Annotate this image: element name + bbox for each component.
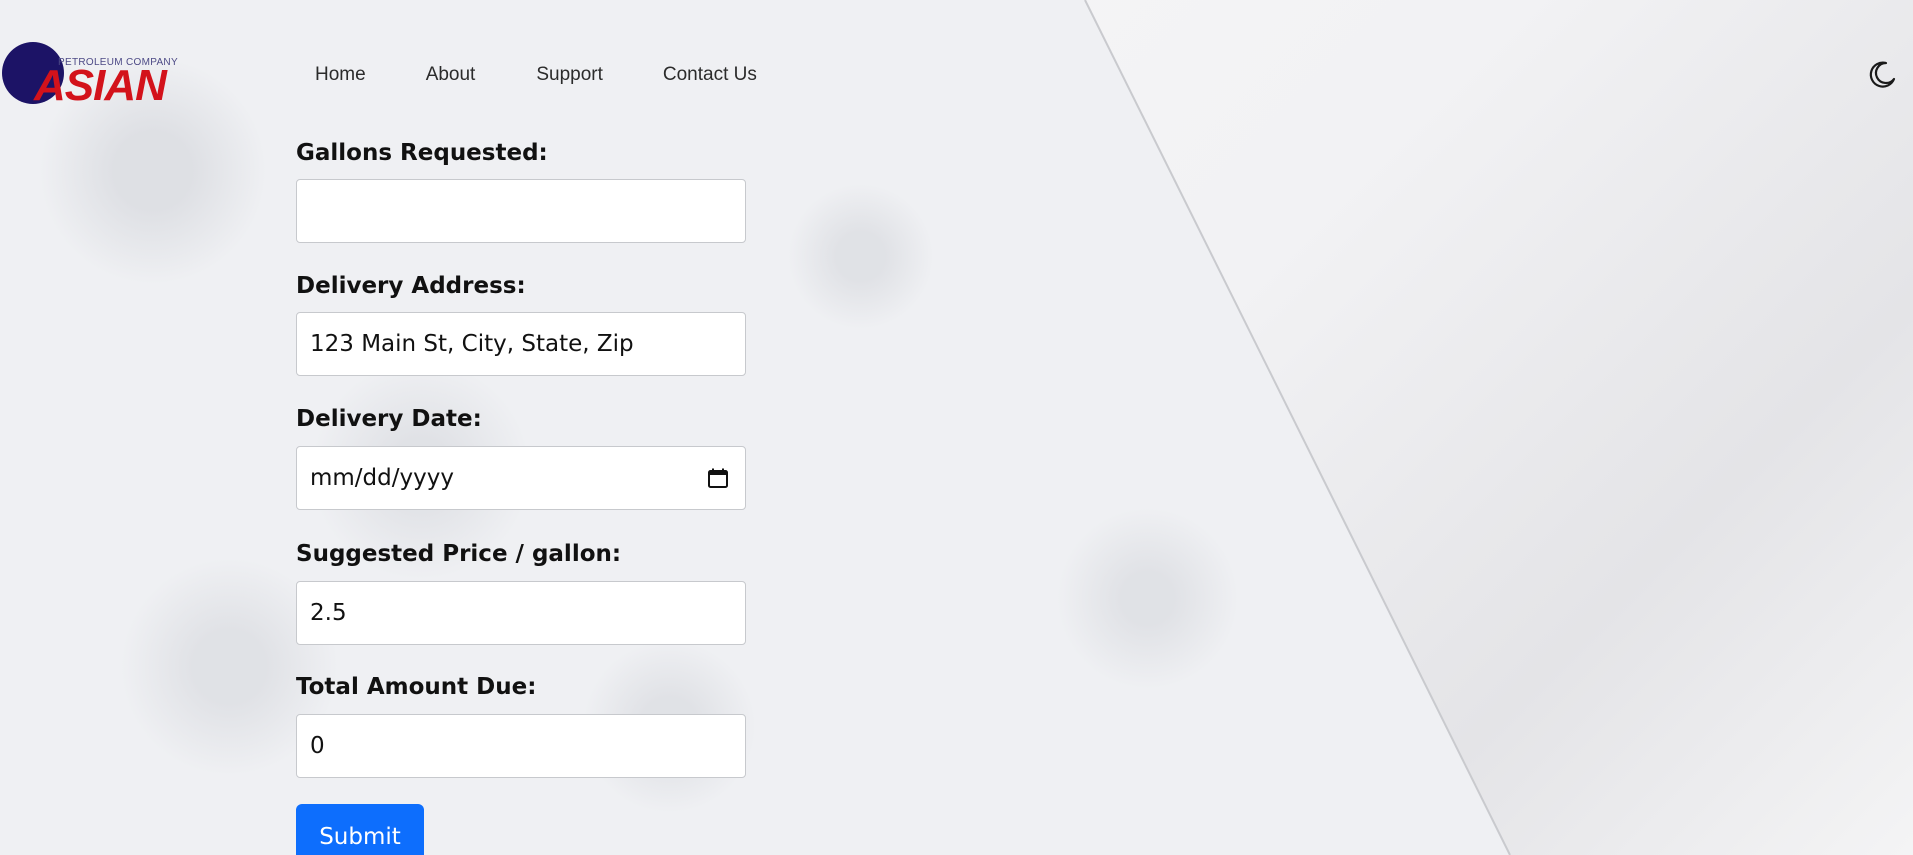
price-input[interactable]: 2.5 bbox=[296, 581, 746, 645]
moon-icon bbox=[1869, 61, 1896, 88]
nav-contact-link[interactable]: Contact Us bbox=[663, 64, 757, 86]
nav-support-link[interactable]: Support bbox=[536, 64, 603, 86]
nav-home-link[interactable]: Home bbox=[315, 64, 366, 86]
company-logo[interactable]: PETROLEUM COMPANY ASIAN bbox=[2, 40, 178, 110]
price-label: Suggested Price / gallon: bbox=[296, 541, 622, 567]
address-input[interactable]: 123 Main St, City, State, Zip bbox=[296, 312, 746, 376]
total-input[interactable]: 0 bbox=[296, 714, 746, 778]
nav-about-link[interactable]: About bbox=[426, 64, 476, 86]
gallons-label: Gallons Requested: bbox=[296, 140, 548, 166]
logo-name: ASIAN bbox=[34, 61, 167, 110]
submit-button[interactable]: Submit bbox=[296, 804, 424, 855]
date-input[interactable]: mm/dd/yyyy bbox=[296, 446, 746, 510]
theme-toggle-button[interactable] bbox=[1866, 59, 1898, 91]
site-header: PETROLEUM COMPANY ASIAN Home About Suppo… bbox=[0, 0, 1913, 150]
date-label: Delivery Date: bbox=[296, 406, 482, 432]
main-nav: Home About Support Contact Us bbox=[315, 64, 757, 86]
date-input-value: mm/dd/yyyy bbox=[310, 465, 454, 491]
gallons-input[interactable] bbox=[296, 179, 746, 243]
calendar-icon[interactable] bbox=[707, 467, 729, 489]
address-label: Delivery Address: bbox=[296, 273, 526, 299]
total-label: Total Amount Due: bbox=[296, 674, 537, 700]
